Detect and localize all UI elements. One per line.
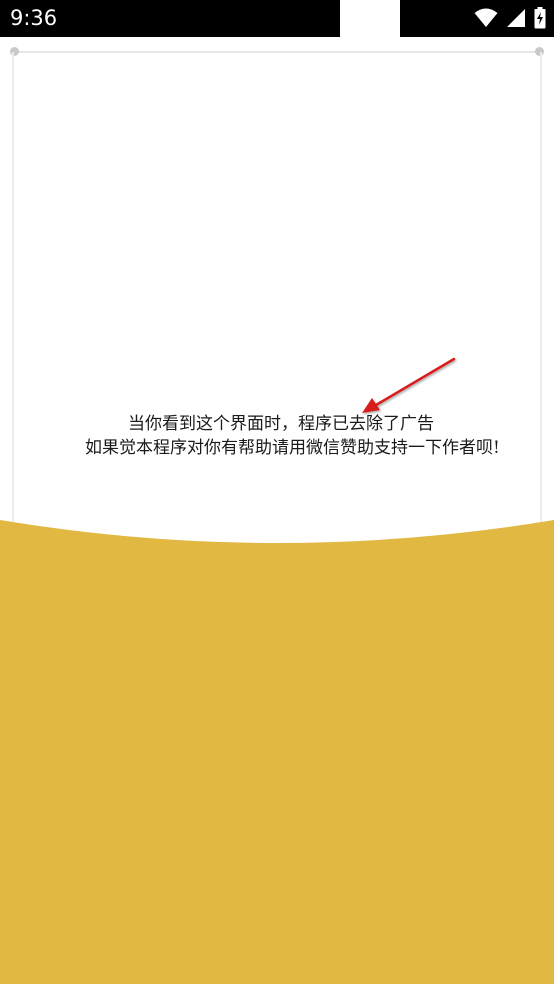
status-icons — [474, 6, 546, 30]
status-time: 9:36 — [10, 6, 58, 30]
message-line-1: 当你看到这个界面时，程序已去除了广告 — [128, 414, 434, 434]
card-frame — [12, 52, 542, 532]
status-bar: 9:36 — [0, 0, 554, 37]
signal-icon — [506, 8, 526, 28]
screen: 9:36 当你看到这个界面时，程序已去除了广告 如果觉本程序对你有帮助请用微信赞… — [0, 0, 554, 984]
battery-charging-icon — [534, 7, 546, 29]
wifi-icon — [474, 8, 498, 28]
message-line-2: 如果觉本程序对你有帮助请用微信赞助支持一下作者呗! — [85, 438, 500, 458]
bottom-wave — [0, 520, 554, 984]
camera-cutout — [340, 0, 400, 50]
